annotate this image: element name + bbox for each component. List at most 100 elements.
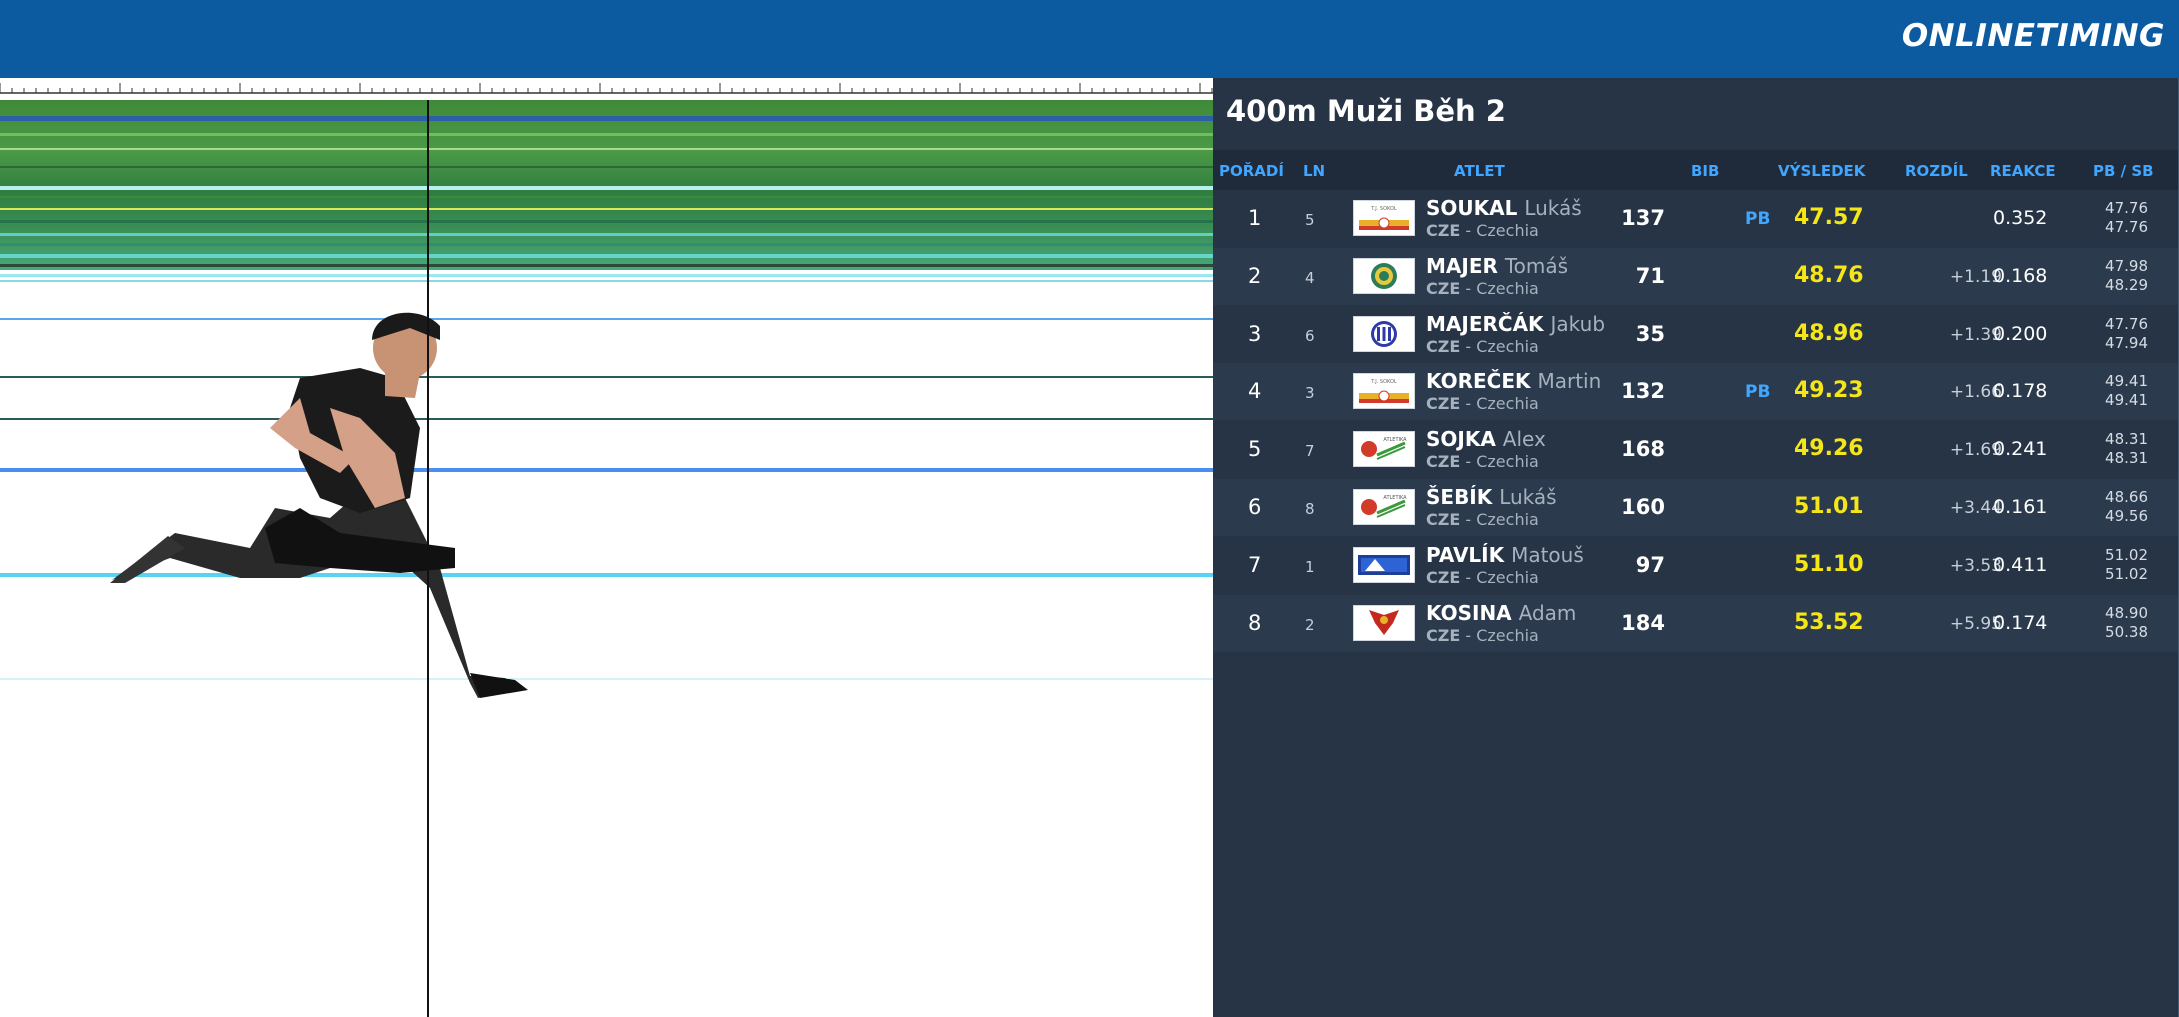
country-name: - Czechia: [1460, 567, 1539, 587]
country-code: CZE: [1426, 394, 1461, 414]
athlete-country: CZE - Czechia: [1426, 568, 1539, 587]
athlete-firstname: Adam: [1518, 600, 1577, 625]
svg-text:T.J. SOKOL: T.J. SOKOL: [1370, 379, 1397, 385]
lane-stripe: [0, 220, 1213, 223]
country-code: CZE: [1426, 278, 1461, 298]
lane-stripe: [0, 243, 1213, 246]
personal-best: 51.02: [2105, 545, 2148, 564]
rank-cell: 7: [1248, 552, 1262, 577]
pbsb-cell: 48.31 48.31: [2105, 430, 2148, 468]
country-code: CZE: [1426, 336, 1461, 356]
season-best: 47.76: [2105, 218, 2148, 236]
header-bib[interactable]: BIB: [1691, 162, 1719, 180]
rank-cell: 6: [1248, 495, 1262, 519]
table-row[interactable]: 7 1 PAVLÍK Matouš CZE - Czechia 97 51.10 +3.53…: [1213, 536, 2178, 594]
lane-stripe: [0, 573, 1213, 577]
sokol-hradec-kralove-logo: T.J. SOKOL: [1353, 200, 1415, 236]
athlete-firstname: Jakub: [1550, 311, 1606, 336]
result-cell: 48.96: [1794, 320, 1864, 346]
athlete-name[interactable]: PAVLÍK Matouš: [1426, 543, 1584, 567]
lane-cell: 1: [1305, 557, 1315, 576]
table-row[interactable]: 5 7 ATLETIKA SOJKA Alex CZE - Czechia 168 49.2…: [1213, 421, 2178, 479]
svg-text:ATLETIKA: ATLETIKA: [1383, 495, 1407, 501]
rank-cell: 2: [1248, 263, 1262, 288]
photo-finish-drawing: [0, 78, 1213, 1017]
table-row[interactable]: 3 6 MAJERČÁK Jakub CZE - Czechia 35 48.96 +1.3…: [1213, 305, 2178, 363]
athlete-name[interactable]: MAJERČÁK Jakub: [1426, 312, 1605, 336]
athlete-name[interactable]: SOUKAL Lukáš: [1426, 196, 1582, 220]
athlete-name[interactable]: ŠEBÍK Lukáš: [1426, 485, 1557, 509]
bib-cell: 71: [1635, 263, 1665, 288]
table-row[interactable]: 2 4 MAJER Tomáš CZE - Czechia 71 48.76 +1.19 0.…: [1213, 247, 2178, 305]
personal-best: 47.98: [2105, 256, 2148, 275]
athlete-name[interactable]: KOSINA Adam: [1426, 601, 1576, 625]
pbsb-cell: 48.66 49.56: [2105, 488, 2148, 526]
athlete-firstname: Lukáš: [1524, 196, 1582, 220]
athlete-country: CZE - Czechia: [1426, 337, 1539, 356]
athlete-surname: SOJKA: [1426, 427, 1496, 452]
personal-best: 48.66: [2105, 488, 2148, 506]
lane-cell: 8: [1305, 500, 1315, 518]
pbsb-cell: 47.98 48.29: [2105, 257, 2148, 295]
season-best: 49.41: [2105, 391, 2148, 410]
lane-stripe: [0, 678, 1213, 680]
result-cell: 49.23: [1794, 378, 1864, 404]
pbsb-cell: 49.41 49.41: [2105, 372, 2148, 410]
country-name: - Czechia: [1460, 278, 1539, 298]
pb-badge: PB: [1745, 382, 1771, 403]
athlete-country: CZE - Czechia: [1426, 626, 1539, 645]
athlete-surname: MAJERČÁK: [1426, 311, 1544, 336]
rank-cell: 3: [1248, 321, 1262, 346]
round-green-club-logo: [1353, 257, 1415, 294]
pbsb-cell: 47.76 47.94: [2105, 315, 2148, 353]
timing-ruler: [0, 78, 1213, 100]
lane-stripe: [0, 376, 1213, 378]
header-pbsb[interactable]: PB / SB: [2093, 162, 2154, 180]
season-best: 49.56: [2105, 507, 2148, 525]
athlete-name[interactable]: KOREČEK Martin: [1426, 369, 1601, 393]
reaction-cell: 0.174: [1993, 611, 2048, 634]
svg-text:T.J. SOKOL: T.J. SOKOL: [1370, 206, 1397, 212]
lane-stripe: [0, 186, 1213, 190]
header-lane[interactable]: LN: [1303, 162, 1325, 180]
pbsb-cell: 48.90 50.38: [2105, 604, 2148, 642]
season-best: 50.38: [2105, 622, 2148, 641]
lane-cell: 4: [1305, 268, 1315, 287]
result-cell: 51.01: [1794, 494, 1864, 519]
athlete-surname: ŠEBÍK: [1426, 485, 1493, 509]
header-result[interactable]: VÝSLEDEK: [1778, 162, 1865, 180]
athlete-surname: PAVLÍK: [1426, 542, 1505, 567]
country-code: CZE: [1426, 567, 1461, 587]
reaction-cell: 0.178: [1993, 380, 2048, 403]
country-name: - Czechia: [1460, 221, 1539, 240]
personal-best: 47.76: [2105, 199, 2148, 217]
lane-cell: 5: [1305, 211, 1315, 229]
photo-finish-image: [0, 78, 1213, 1017]
result-cell: 51.10: [1794, 551, 1864, 577]
athlete-firstname: Alex: [1502, 427, 1546, 452]
bib-cell: 35: [1635, 321, 1665, 346]
country-name: - Czechia: [1460, 394, 1539, 414]
round-blue-club-logo: [1353, 315, 1415, 352]
onlinetiming-logo[interactable]: ONLINETIMING: [1902, 14, 2165, 58]
reaction-cell: 0.168: [1993, 264, 2048, 287]
header-reaction[interactable]: REAKCE: [1990, 162, 2056, 180]
athlete-name[interactable]: MAJER Tomáš: [1426, 254, 1568, 278]
table-row[interactable]: 4 3 T.J. SOKOL KOREČEK Martin CZE - Czechia 1…: [1213, 363, 2178, 421]
personal-best: 49.41: [2105, 372, 2148, 391]
table-row[interactable]: 1 5 T.J. SOKOL SOUKAL Lukáš CZE - Czechia 137…: [1213, 190, 2178, 247]
header-rank[interactable]: POŘADÍ: [1219, 162, 1284, 180]
lane-cell: 6: [1305, 326, 1315, 345]
bib-cell: 132: [1621, 379, 1665, 404]
personal-best: 48.90: [2105, 603, 2148, 622]
result-cell: 47.57: [1794, 205, 1864, 230]
header-diff[interactable]: ROZDÍL: [1905, 162, 1968, 180]
table-row[interactable]: 8 2 KOSINA Adam CZE - Czechia 184 53.52 +5.95 0…: [1213, 594, 2178, 652]
lane-stripe: [0, 148, 1213, 150]
athlete-firstname: Tomáš: [1504, 253, 1569, 278]
athlete-name[interactable]: SOJKA Alex: [1426, 427, 1546, 451]
table-row[interactable]: 6 8 ATLETIKA ŠEBÍK Lukáš CZE - Czechia 160 51.…: [1213, 479, 2178, 536]
country-name: - Czechia: [1460, 510, 1539, 529]
header-athlete[interactable]: ATLET: [1454, 162, 1505, 180]
lane-stripe: [0, 418, 1213, 420]
